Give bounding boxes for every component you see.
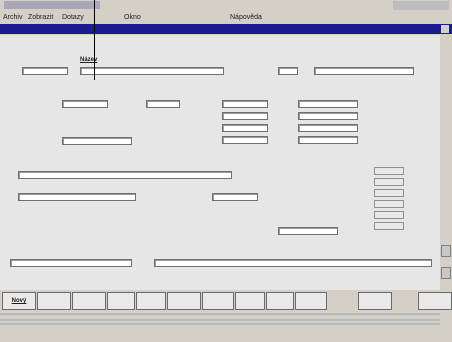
scroll-down-button[interactable] xyxy=(441,267,451,279)
divider xyxy=(0,319,440,321)
side-cell-1[interactable] xyxy=(374,167,404,175)
field-mnozstvi[interactable] xyxy=(146,100,180,108)
text-cursor xyxy=(94,0,95,80)
field-nazev[interactable] xyxy=(80,67,224,75)
field-uctova-sk[interactable] xyxy=(18,171,232,179)
field-poznamka[interactable] xyxy=(154,259,432,267)
price-cell-4[interactable] xyxy=(298,136,358,144)
toolbar-button-1[interactable]: Nový xyxy=(2,292,36,310)
toolbar-button-4[interactable] xyxy=(107,292,135,310)
menu-bar: Archiv Zobrazit Dotazy Okno Nápověda xyxy=(0,12,452,23)
button-bar: Nový xyxy=(0,292,452,312)
window-title xyxy=(4,1,100,9)
field-kat[interactable] xyxy=(278,67,298,75)
price-cell-3[interactable] xyxy=(298,124,358,132)
toolbar-button-3[interactable] xyxy=(72,292,106,310)
field-dodavatel[interactable] xyxy=(18,193,136,201)
field-cis[interactable] xyxy=(22,67,68,75)
toolbar-button-11[interactable] xyxy=(358,292,392,310)
menu-dotazy[interactable]: Dotazy xyxy=(62,12,84,23)
divider xyxy=(0,313,440,315)
toolbar-button-12[interactable] xyxy=(418,292,452,310)
field-kontakt[interactable] xyxy=(10,259,132,267)
menu-archiv[interactable]: Archiv xyxy=(3,12,22,23)
side-cell-6[interactable] xyxy=(374,222,404,230)
scroll-up-button[interactable] xyxy=(441,245,451,257)
window-controls[interactable] xyxy=(393,1,449,10)
cell-pohyb-3[interactable] xyxy=(222,124,268,132)
field-kat-name[interactable] xyxy=(314,67,414,75)
price-cell-2[interactable] xyxy=(298,112,358,120)
toolbar-button-9[interactable] xyxy=(266,292,294,310)
price-cell-1[interactable] xyxy=(298,100,358,108)
application-window: Archiv Zobrazit Dotazy Okno Nápověda Náz… xyxy=(0,0,452,342)
toolbar-button-5[interactable] xyxy=(136,292,166,310)
toolbar-button-8[interactable] xyxy=(235,292,265,310)
cell-pohyb-1[interactable] xyxy=(222,100,268,108)
side-cell-2[interactable] xyxy=(374,178,404,186)
side-cell-4[interactable] xyxy=(374,200,404,208)
field-posl-zmena[interactable] xyxy=(212,193,258,201)
side-cell-5[interactable] xyxy=(374,211,404,219)
side-cell-3[interactable] xyxy=(374,189,404,197)
field-dat-posl[interactable] xyxy=(62,100,108,108)
close-icon[interactable] xyxy=(441,25,449,33)
title-bar xyxy=(0,0,452,11)
side-scroll-column xyxy=(440,35,452,290)
toolbar-button-2[interactable] xyxy=(37,292,71,310)
cell-pohyb-4[interactable] xyxy=(222,136,268,144)
toolbar-button-10[interactable] xyxy=(295,292,327,310)
status-bar xyxy=(0,313,452,342)
field-prod-cena[interactable] xyxy=(278,227,338,235)
toolbar-button-7[interactable] xyxy=(202,292,234,310)
toolbar-button-6[interactable] xyxy=(167,292,201,310)
form-panel: Název xyxy=(0,35,440,290)
divider xyxy=(0,323,440,325)
menu-okno[interactable]: Okno xyxy=(124,12,141,23)
field-nakup-cena[interactable] xyxy=(62,137,132,145)
form-header xyxy=(0,24,452,34)
menu-zobrazit[interactable]: Zobrazit xyxy=(28,12,53,23)
menu-napoveda[interactable]: Nápověda xyxy=(230,12,262,23)
cell-pohyb-2[interactable] xyxy=(222,112,268,120)
